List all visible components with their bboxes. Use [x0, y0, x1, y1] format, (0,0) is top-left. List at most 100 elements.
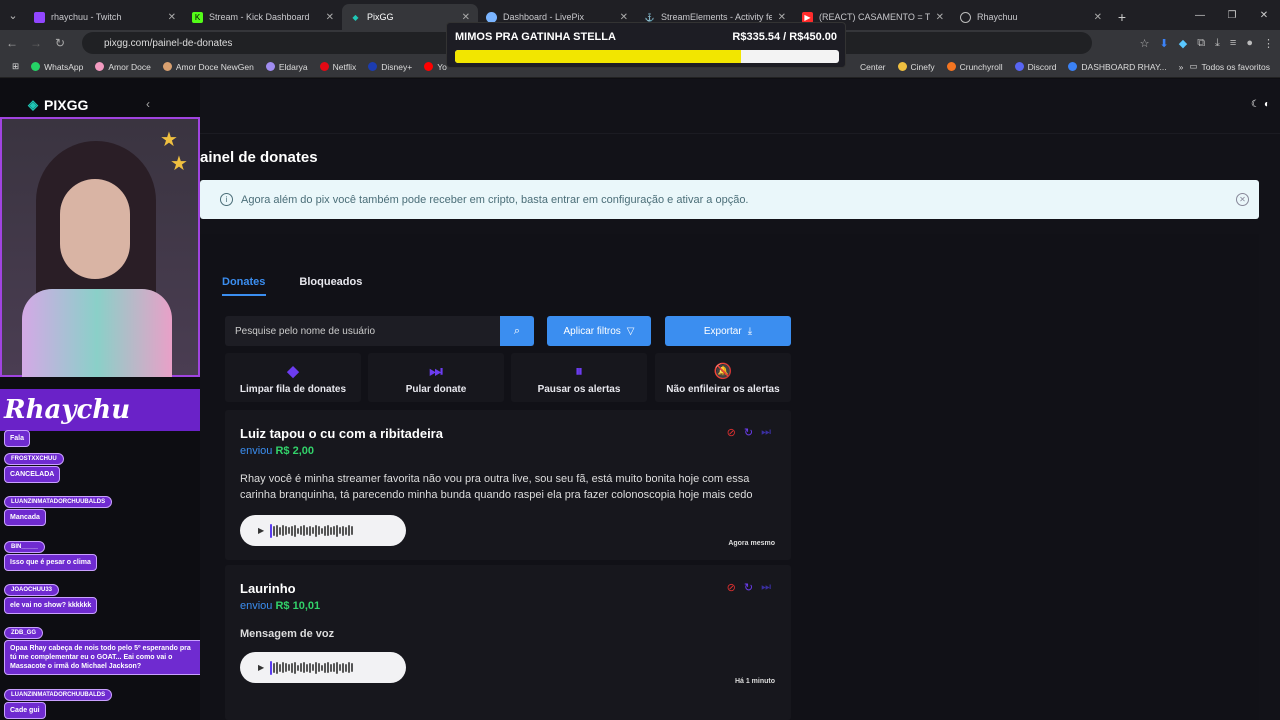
download-icon[interactable]: ⤓: [1215, 37, 1220, 50]
forward-icon[interactable]: →: [24, 36, 48, 50]
reload-icon[interactable]: ↻: [48, 36, 72, 50]
block-icon[interactable]: ⊘: [727, 581, 736, 594]
tab-kick[interactable]: K Stream - Kick Dashboard ✕: [184, 4, 342, 30]
new-tab-button[interactable]: +: [1110, 4, 1134, 30]
waveform-bar: [303, 662, 306, 673]
tab-title: Rhaychuu: [977, 12, 1018, 22]
close-tab-icon[interactable]: ✕: [936, 12, 944, 23]
webcam-face: [60, 179, 130, 279]
chat-message: LUANZINMATADORCHUUBALDS Mancada: [4, 494, 113, 526]
waveform-bar: [306, 663, 309, 672]
replay-icon[interactable]: ↻: [744, 426, 753, 439]
donates-tabs: Donates Bloqueados: [222, 276, 362, 296]
theme-toggle[interactable]: ☾ ◐: [1251, 99, 1270, 110]
all-bookmarks[interactable]: ▭ Todos os favoritos: [1189, 61, 1270, 72]
goal-progress-bar: [455, 50, 839, 63]
media-icon[interactable]: ≡: [1230, 37, 1236, 49]
tab-twitch[interactable]: rhaychuu - Twitch ✕: [26, 4, 184, 30]
bookmark-item[interactable]: Eldarya: [265, 62, 308, 72]
tab-donates[interactable]: Donates: [222, 276, 265, 288]
sidebar: ◈ PIXGG ‹ ★ ★ Rhaychu Fala FROSTXXCHUU CA…: [0, 79, 204, 720]
close-tab-icon[interactable]: ✕: [326, 12, 334, 23]
block-icon[interactable]: ⊘: [727, 426, 736, 439]
info-icon: i: [220, 193, 233, 206]
donate-time: Há 1 minuto: [734, 678, 775, 685]
dashboard-icon: [1068, 62, 1078, 71]
audio-player[interactable]: ▶: [240, 652, 406, 683]
waveform-bar: [273, 525, 276, 536]
waveform-bar: [324, 525, 327, 536]
extension-icon[interactable]: ⬇: [1160, 37, 1169, 50]
tab-search-icon[interactable]: ⌄: [0, 0, 26, 30]
tab-rhaychuu[interactable]: Rhaychuu ✕: [952, 4, 1110, 30]
audio-player[interactable]: ▶: [240, 515, 406, 546]
search-input[interactable]: Pesquise pelo nome de usuário: [225, 316, 534, 346]
close-banner-icon[interactable]: ✕: [1236, 193, 1249, 206]
bookmark-star-icon[interactable]: ☆: [1140, 37, 1150, 50]
donates-panel: Donates Bloqueados Pesquise pelo nome de…: [200, 234, 1259, 720]
close-tab-icon[interactable]: ✕: [778, 12, 786, 23]
play-icon[interactable]: ▶: [258, 526, 264, 535]
extension-icon[interactable]: ◆: [1179, 37, 1187, 50]
star-icon: ★: [160, 129, 178, 151]
bookmark-item[interactable]: Amor Doce NewGen: [162, 62, 254, 72]
replay-icon[interactable]: ↻: [744, 581, 753, 594]
bookmark-item[interactable]: Crunchyroll: [946, 62, 1003, 72]
waveform-bar: [330, 663, 333, 672]
more-menu-icon[interactable]: ⋮: [1263, 37, 1274, 50]
waveform-bar: [288, 664, 291, 671]
apps-grid-icon[interactable]: ⊞: [12, 61, 19, 72]
minimize-icon[interactable]: —: [1184, 0, 1216, 30]
pause-alerts-button[interactable]: ⏸ Pausar os alertas: [511, 353, 647, 402]
tab-bloqueados[interactable]: Bloqueados: [299, 276, 362, 288]
sent-label: enviou: [240, 600, 273, 612]
skip-donate-button[interactable]: ⏭ Pular donate: [368, 353, 504, 402]
donate-amount: R$ 2,00: [275, 445, 315, 457]
waveform-bar: [330, 526, 333, 535]
skip-icon: ⏭: [429, 363, 443, 380]
bookmark-item[interactable]: WhatsApp: [31, 62, 83, 72]
bookmark-item[interactable]: Yo: [424, 62, 447, 72]
bookmark-item[interactable]: Discord: [1014, 62, 1056, 72]
waveform-bar: [315, 661, 318, 674]
skip-icon[interactable]: ⏭: [761, 581, 771, 594]
bookmark-item[interactable]: DASHBOARD RHAY...: [1068, 62, 1167, 72]
chat-text: CANCELADA: [4, 466, 61, 483]
all-bookmarks-label: Todos os favoritos: [1201, 61, 1270, 72]
dont-queue-alerts-button[interactable]: 🔕 Não enfileirar os alertas: [655, 353, 791, 402]
close-window-icon[interactable]: ✕: [1248, 0, 1280, 30]
restore-icon[interactable]: ❐: [1216, 0, 1248, 30]
play-icon[interactable]: ▶: [258, 663, 264, 672]
bookmark-item[interactable]: Disney+: [368, 62, 412, 72]
avatar[interactable]: ●: [1246, 37, 1253, 49]
back-icon[interactable]: ←: [0, 36, 24, 50]
apply-filters-button[interactable]: Aplicar filtros ▽: [547, 316, 651, 346]
waveform[interactable]: [270, 660, 354, 675]
bookmark-item[interactable]: Cinefy: [897, 62, 935, 72]
info-text: Agora além do pix você também pode receb…: [241, 193, 749, 206]
bookmark-label: Netflix: [332, 61, 357, 72]
bookmark-item[interactable]: Amor Doce: [95, 62, 151, 72]
export-button[interactable]: Exportar ⤓: [665, 316, 791, 346]
tab-title: Dashboard - LivePix: [503, 12, 585, 22]
chat-message: FROSTXXCHUU CANCELADA: [4, 451, 64, 483]
window-controls: — ❐ ✕: [1184, 0, 1280, 30]
bookmark-item[interactable]: Center: [860, 62, 886, 72]
collapse-sidebar-icon[interactable]: ‹: [146, 97, 150, 111]
waveform-bar: [303, 525, 306, 536]
close-tab-icon[interactable]: ✕: [462, 12, 470, 23]
pixgg-logo[interactable]: ◈ PIXGG: [28, 97, 88, 113]
search-button[interactable]: ⌕: [500, 316, 534, 346]
clear-queue-button[interactable]: ◆ Limpar fila de donates: [225, 353, 361, 402]
extensions-puzzle-icon[interactable]: ⧉: [1197, 37, 1205, 50]
more-bookmarks-icon[interactable]: »: [1179, 62, 1184, 72]
waveform[interactable]: [270, 523, 354, 538]
close-tab-icon[interactable]: ✕: [620, 12, 628, 23]
waveform-bar: [312, 527, 315, 534]
skip-icon[interactable]: ⏭: [761, 426, 771, 439]
waveform-bar: [336, 524, 339, 537]
close-tab-icon[interactable]: ✕: [1094, 12, 1102, 23]
chat-user: JOAOCHUU33: [4, 584, 60, 596]
bookmark-item[interactable]: Netflix: [319, 61, 357, 72]
close-tab-icon[interactable]: ✕: [168, 12, 176, 23]
